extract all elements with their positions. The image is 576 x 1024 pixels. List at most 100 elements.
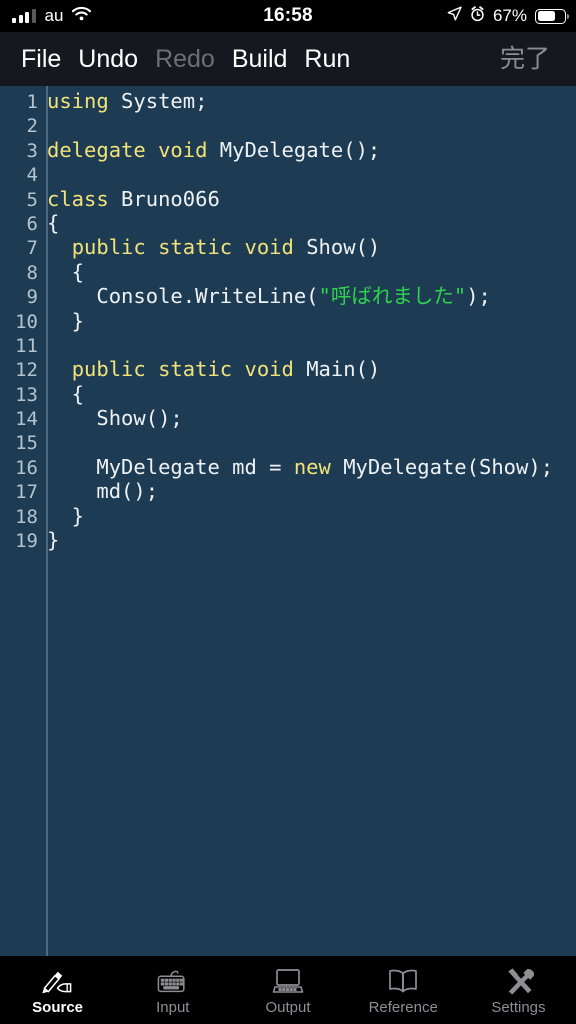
code-line[interactable]: 1 using System; xyxy=(0,89,576,113)
code-text[interactable]: { xyxy=(38,211,59,235)
code-text[interactable]: { xyxy=(38,260,84,284)
tab-input[interactable]: Input xyxy=(115,956,230,1024)
code-plain: Bruno066 xyxy=(108,186,220,211)
code-keyword: new xyxy=(293,454,331,479)
code-text[interactable]: md(); xyxy=(38,479,158,503)
code-line[interactable]: 13 { xyxy=(0,382,576,406)
code-line[interactable]: 10 } xyxy=(0,309,576,333)
tab-source-label: Source xyxy=(32,999,84,1016)
code-text[interactable]: using System; xyxy=(38,89,207,113)
code-line[interactable]: 15 xyxy=(0,430,576,454)
code-text[interactable]: } xyxy=(38,528,59,552)
alarm-clock-icon xyxy=(470,5,485,27)
tab-reference-label: Reference xyxy=(368,999,438,1016)
tab-source[interactable]: Source xyxy=(0,956,115,1024)
tab-output-label: Output xyxy=(265,999,311,1016)
code-text[interactable]: MyDelegate md = new MyDelegate(Show); xyxy=(38,455,553,479)
code-lines[interactable]: 1 using System; 2 3 delegate void MyDelegate… xyxy=(0,86,576,552)
tab-input-label: Input xyxy=(156,999,190,1016)
line-number: 12 xyxy=(15,359,38,382)
open-book-icon xyxy=(387,965,419,997)
code-text[interactable]: { xyxy=(38,382,84,406)
code-keyword: class xyxy=(47,186,109,211)
line-number: 17 xyxy=(15,481,38,504)
code-line[interactable]: 2 xyxy=(0,113,576,137)
code-keyword: public xyxy=(71,235,146,260)
code-keyword: void xyxy=(244,357,294,382)
code-text[interactable]: public static void Show() xyxy=(38,235,381,260)
line-number: 18 xyxy=(15,505,38,528)
source-code-editor[interactable]: 1 using System; 2 3 delegate void MyDelegate… xyxy=(0,86,576,956)
code-line[interactable]: 9 Console.WriteLine("呼ばれました"); xyxy=(0,284,576,308)
status-bar-right: 67% xyxy=(447,5,570,27)
code-plain: System; xyxy=(108,89,208,113)
code-line[interactable]: 12 public static void Main() xyxy=(0,357,576,381)
code-plain: md(); xyxy=(47,479,159,504)
code-text[interactable]: } xyxy=(38,309,84,333)
done-button[interactable]: 完了 xyxy=(500,46,550,72)
code-keyword: static xyxy=(158,235,233,260)
code-line[interactable]: 16 MyDelegate md = new MyDelegate(Show); xyxy=(0,455,576,479)
line-number: 16 xyxy=(15,456,38,479)
ios-status-bar: au 16:58 67% xyxy=(0,0,576,32)
code-keyword: using xyxy=(47,89,109,113)
code-keyword: delegate xyxy=(47,137,146,162)
editor-toolbar: File Undo Redo Build Run 完了 xyxy=(0,32,576,86)
code-plain: { xyxy=(47,259,85,284)
code-plain: MyDelegate(); xyxy=(207,137,381,162)
code-line[interactable]: 19} xyxy=(0,528,576,552)
code-plain: } xyxy=(47,308,85,333)
code-text[interactable]: Show(); xyxy=(38,406,182,430)
tab-reference[interactable]: Reference xyxy=(346,956,461,1024)
line-number: 7 xyxy=(26,237,38,260)
hand-writing-pen-icon xyxy=(42,965,73,997)
code-string: "呼ばれました" xyxy=(318,284,467,309)
code-line[interactable]: 8 { xyxy=(0,260,576,284)
code-line[interactable]: 17 md(); xyxy=(0,479,576,503)
line-number: 11 xyxy=(15,334,38,357)
battery-icon xyxy=(535,8,570,24)
code-keyword: void xyxy=(244,235,294,260)
line-number: 14 xyxy=(15,408,38,431)
tab-output[interactable]: Output xyxy=(230,956,345,1024)
code-plain xyxy=(232,235,244,259)
file-button[interactable]: File xyxy=(21,46,61,72)
run-button[interactable]: Run xyxy=(304,46,350,72)
toolbar-menu: File Undo Redo Build Run xyxy=(0,44,350,73)
code-text[interactable]: Console.WriteLine("呼ばれました"); xyxy=(38,284,491,308)
hammer-wrench-icon xyxy=(503,965,534,997)
code-keyword: static xyxy=(158,357,233,382)
line-number: 6 xyxy=(26,212,38,235)
code-plain: MyDelegate(Show); xyxy=(330,454,554,479)
tab-settings[interactable]: Settings xyxy=(461,956,576,1024)
app-root: au 16:58 67% File Undo Redo Build Run 完了… xyxy=(0,0,576,1024)
code-plain: { xyxy=(47,381,85,406)
line-number: 1 xyxy=(26,91,38,113)
code-text[interactable]: delegate void MyDelegate(); xyxy=(38,138,380,162)
code-plain: Show() xyxy=(293,235,381,260)
code-line[interactable]: 4 xyxy=(0,162,576,186)
code-line[interactable]: 7 public static void Show() xyxy=(0,235,576,259)
line-number: 8 xyxy=(26,261,38,284)
line-number: 2 xyxy=(26,115,38,138)
code-line[interactable]: 3 delegate void MyDelegate(); xyxy=(0,138,576,162)
redo-button: Redo xyxy=(155,44,215,73)
code-text[interactable]: } xyxy=(38,504,84,528)
line-number: 9 xyxy=(26,286,38,309)
code-line[interactable]: 5 class Bruno066 xyxy=(0,187,576,211)
code-plain: ); xyxy=(466,284,491,309)
tab-settings-label: Settings xyxy=(491,999,546,1016)
code-line[interactable]: 6{ xyxy=(0,211,576,235)
code-plain xyxy=(146,235,158,259)
undo-button[interactable]: Undo xyxy=(78,46,138,72)
code-line[interactable]: 14 Show(); xyxy=(0,406,576,430)
computer-monitor-icon xyxy=(272,965,304,997)
code-plain xyxy=(146,357,158,381)
build-button[interactable]: Build xyxy=(232,46,288,72)
code-line[interactable]: 18 } xyxy=(0,504,576,528)
line-number: 19 xyxy=(15,530,38,553)
code-line[interactable]: 11 xyxy=(0,333,576,357)
code-text[interactable]: class Bruno066 xyxy=(38,187,220,211)
code-plain: Console.WriteLine( xyxy=(47,284,319,309)
code-text[interactable]: public static void Main() xyxy=(38,357,381,382)
